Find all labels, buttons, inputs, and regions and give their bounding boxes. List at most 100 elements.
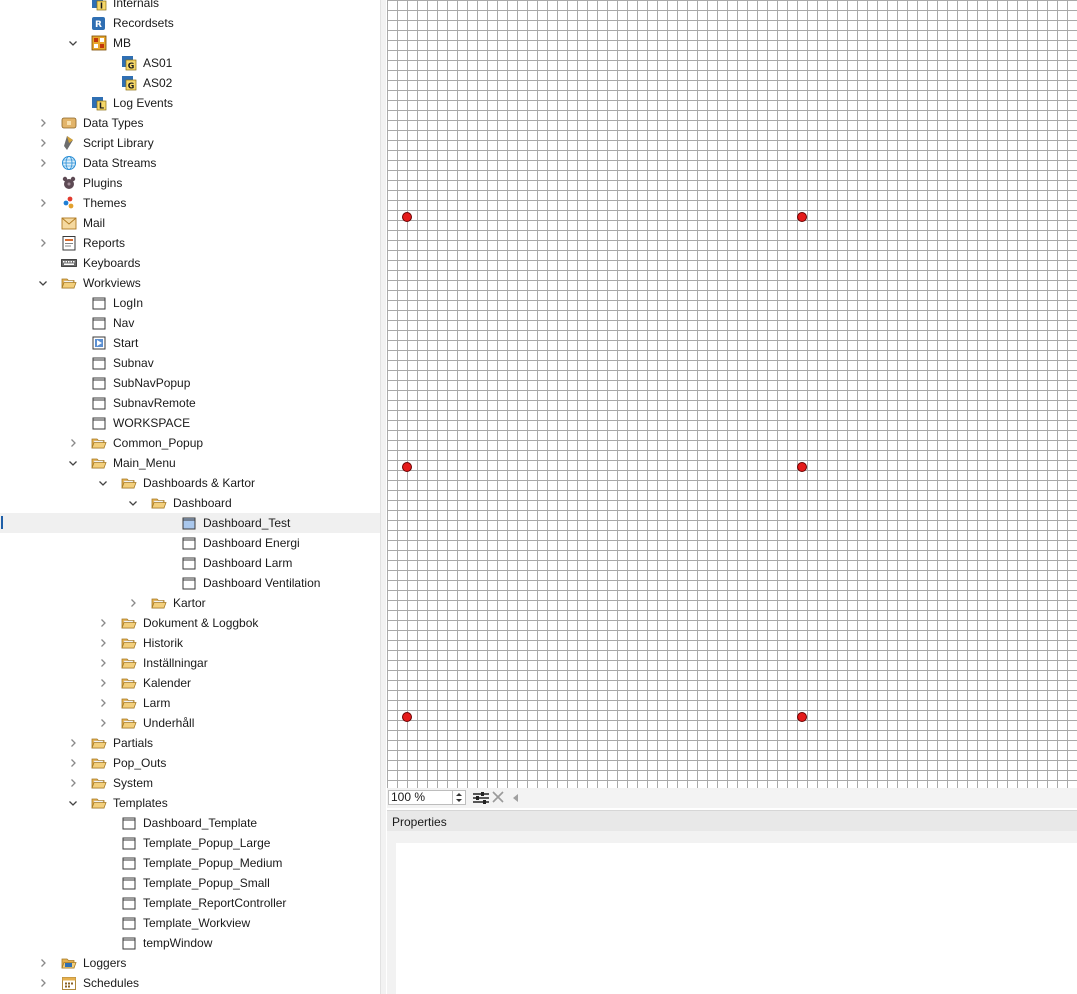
- tree-item[interactable]: G AS01: [0, 53, 380, 73]
- chevron-right-icon[interactable]: [98, 658, 108, 668]
- tree-item[interactable]: Pop_Outs: [0, 753, 380, 773]
- tree-item[interactable]: Main_Menu: [0, 453, 380, 473]
- chevron-down-icon[interactable]: [68, 38, 78, 48]
- tree-item-label: Underhåll: [143, 716, 195, 730]
- tree-item[interactable]: Dashboard Larm: [0, 553, 380, 573]
- tree-item[interactable]: Start: [0, 333, 380, 353]
- tree-item[interactable]: Partials: [0, 733, 380, 753]
- tree-item[interactable]: Larm: [0, 693, 380, 713]
- chevron-right-icon[interactable]: [68, 778, 78, 788]
- folder-open-icon: [91, 455, 107, 471]
- chevron-down-icon[interactable]: [68, 458, 78, 468]
- tree-item[interactable]: tempWindow: [0, 933, 380, 953]
- tree-item[interactable]: Plugins: [0, 173, 380, 193]
- tree-item[interactable]: Templates: [0, 793, 380, 813]
- tree-item[interactable]: Dashboard: [0, 493, 380, 513]
- tree-item[interactable]: WORKSPACE: [0, 413, 380, 433]
- zoom-input[interactable]: 100 %: [388, 790, 452, 805]
- tree-item[interactable]: Workviews: [0, 273, 380, 293]
- chevron-down-icon[interactable]: [98, 478, 108, 488]
- tree-item[interactable]: Data Streams: [0, 153, 380, 173]
- tree-item[interactable]: SubnavRemote: [0, 393, 380, 413]
- chevron-right-icon[interactable]: [38, 118, 48, 128]
- tree-item[interactable]: R Recordsets: [0, 13, 380, 33]
- chevron-right-icon[interactable]: [98, 678, 108, 688]
- tree-item[interactable]: Template_Popup_Small: [0, 873, 380, 893]
- selection-handle-bottom-right[interactable]: [797, 712, 807, 722]
- tree-item[interactable]: Kartor: [0, 593, 380, 613]
- tree-item[interactable]: Dashboard Energi: [0, 533, 380, 553]
- chevron-right-icon[interactable]: [38, 158, 48, 168]
- selection-handle-top-left[interactable]: [402, 212, 412, 222]
- window-icon: [91, 315, 107, 331]
- tree-item[interactable]: L Log Events: [0, 93, 380, 113]
- tree-item[interactable]: Reports: [0, 233, 380, 253]
- tree-item[interactable]: Underhåll: [0, 713, 380, 733]
- tree-item[interactable]: Kalender: [0, 673, 380, 693]
- tree-item[interactable]: Inställningar: [0, 653, 380, 673]
- tree-item[interactable]: G AS02: [0, 73, 380, 93]
- svg-text:G: G: [128, 82, 135, 91]
- tree-item[interactable]: System: [0, 773, 380, 793]
- internals-icon: I: [91, 0, 107, 11]
- themes-icon: [61, 195, 77, 211]
- tree-item[interactable]: Schedules: [0, 973, 380, 993]
- tree-item[interactable]: Themes: [0, 193, 380, 213]
- tree-item[interactable]: Historik: [0, 633, 380, 653]
- clear-icon[interactable]: [492, 791, 504, 803]
- tree-item[interactable]: Keyboards: [0, 253, 380, 273]
- tree-item[interactable]: Template_Workview: [0, 913, 380, 933]
- chevron-right-icon[interactable]: [38, 238, 48, 248]
- tree-item[interactable]: Mail: [0, 213, 380, 233]
- reports-icon: [61, 235, 77, 251]
- selection-handle-middle-right[interactable]: [797, 462, 807, 472]
- chevron-right-icon[interactable]: [68, 438, 78, 448]
- schedules-icon: [61, 975, 77, 991]
- window-icon: [121, 835, 137, 851]
- chevron-right-icon[interactable]: [68, 758, 78, 768]
- tree-item[interactable]: Common_Popup: [0, 433, 380, 453]
- tree-item[interactable]: Dokument & Loggbok: [0, 613, 380, 633]
- folder-open-icon: [91, 775, 107, 791]
- chevron-down-icon[interactable]: [128, 498, 138, 508]
- tree-item[interactable]: Nav: [0, 313, 380, 333]
- chevron-right-icon[interactable]: [38, 958, 48, 968]
- folder-open-icon: [121, 695, 137, 711]
- tree-item[interactable]: Dashboards & Kartor: [0, 473, 380, 493]
- tree-item[interactable]: Subnav: [0, 353, 380, 373]
- tree-item[interactable]: Script Library: [0, 133, 380, 153]
- zoom-stepper-icon[interactable]: [452, 790, 466, 805]
- project-tree[interactable]: I Internals R Recordsets MB G AS01 G AS02 L Log Ev…: [0, 0, 380, 994]
- tree-item[interactable]: Data Types: [0, 113, 380, 133]
- tree-item[interactable]: Loggers: [0, 953, 380, 973]
- chevron-right-icon[interactable]: [98, 618, 108, 628]
- design-canvas[interactable]: [387, 0, 1077, 788]
- chevron-right-icon[interactable]: [38, 138, 48, 148]
- tree-item[interactable]: LogIn: [0, 293, 380, 313]
- chevron-down-icon[interactable]: [68, 798, 78, 808]
- collapse-left-icon[interactable]: [511, 792, 519, 802]
- chevron-right-icon[interactable]: [128, 598, 138, 608]
- selection-handle-middle-left[interactable]: [402, 462, 412, 472]
- chevron-right-icon[interactable]: [38, 978, 48, 988]
- selection-handle-bottom-left[interactable]: [402, 712, 412, 722]
- chevron-right-icon[interactable]: [98, 638, 108, 648]
- selection-handle-top-right[interactable]: [797, 212, 807, 222]
- tree-item[interactable]: SubNavPopup: [0, 373, 380, 393]
- tree-item[interactable]: I Internals: [0, 0, 380, 13]
- tree-item[interactable]: Dashboard_Test: [0, 513, 380, 533]
- chevron-right-icon[interactable]: [38, 198, 48, 208]
- chevron-right-icon[interactable]: [98, 718, 108, 728]
- chevron-down-icon[interactable]: [38, 278, 48, 288]
- tree-item[interactable]: MB: [0, 33, 380, 53]
- tree-item[interactable]: Dashboard_Template: [0, 813, 380, 833]
- chevron-right-icon[interactable]: [68, 738, 78, 748]
- fit-settings-icon[interactable]: [472, 790, 490, 806]
- tree-item[interactable]: Dashboard Ventilation: [0, 573, 380, 593]
- chevron-right-icon[interactable]: [98, 698, 108, 708]
- panel-splitter[interactable]: [380, 0, 386, 994]
- tree-item[interactable]: Template_Popup_Large: [0, 833, 380, 853]
- tree-item[interactable]: Template_ReportController: [0, 893, 380, 913]
- tree-item[interactable]: Template_Popup_Medium: [0, 853, 380, 873]
- svg-text:I: I: [100, 2, 103, 11]
